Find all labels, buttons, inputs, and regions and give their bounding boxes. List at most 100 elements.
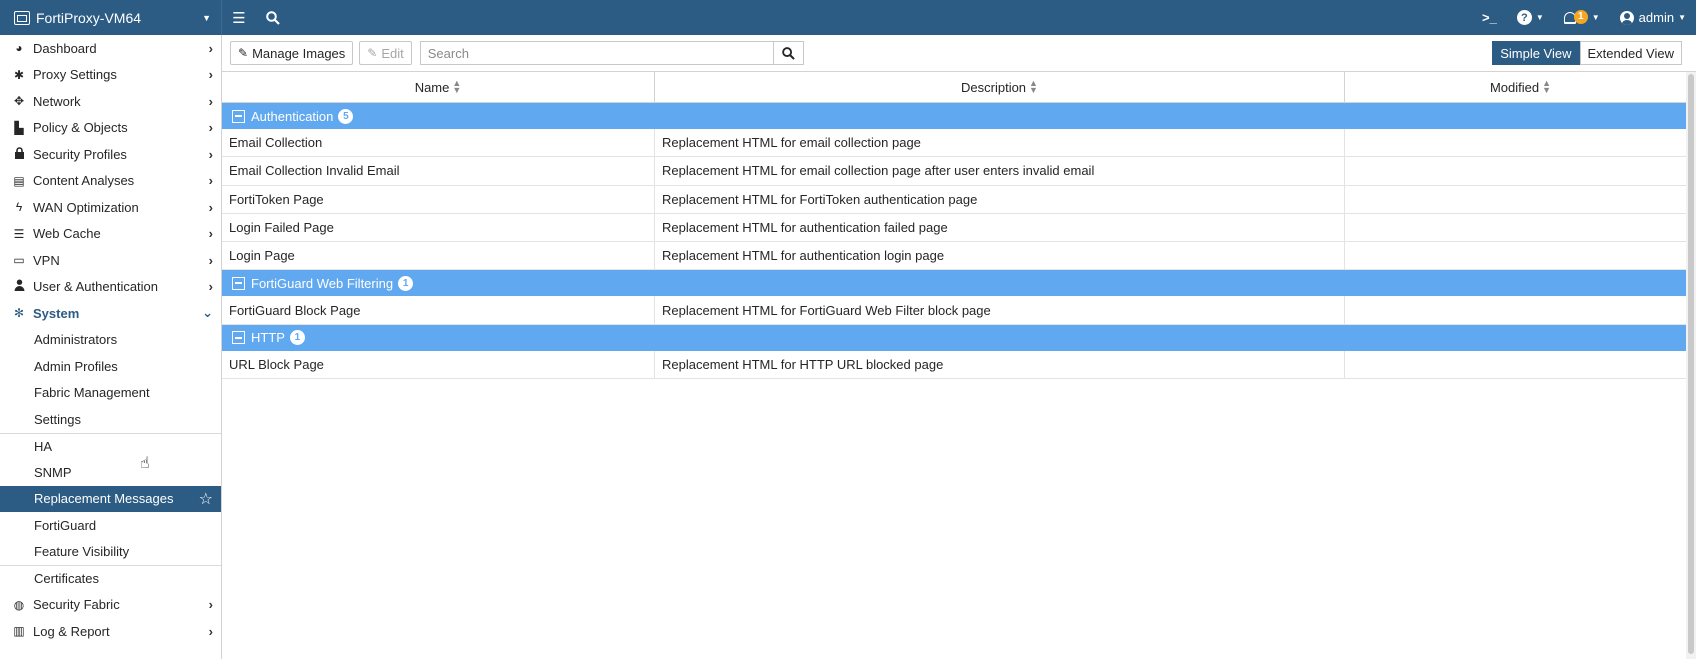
column-header-description[interactable]: Description ▲ ▼ xyxy=(655,72,1345,102)
hamburger-menu-icon[interactable]: ☰ xyxy=(222,0,256,35)
top-bar: FortiProxy-VM64 ▼ ☰ >_ ? ▼ 1 ▼ admin ▼ xyxy=(0,0,1696,35)
terminal-icon: >_ xyxy=(1481,10,1497,25)
sidebar-subitem-feature-visibility[interactable]: Feature Visibility xyxy=(0,539,221,566)
cell-modified xyxy=(1345,351,1696,378)
sidebar-subitem-label: Settings xyxy=(34,411,81,427)
cell-modified xyxy=(1345,186,1696,213)
cell-description: Replacement HTML for email collection pa… xyxy=(655,129,1345,157)
sidebar-item-log-report[interactable]: ▥ Log & Report › xyxy=(0,618,221,645)
sidebar-item-user-authentication[interactable]: User & Authentication › xyxy=(0,274,221,301)
notification-count-badge: 1 xyxy=(1573,9,1588,24)
sidebar-subitem-snmp[interactable]: SNMP xyxy=(0,459,221,486)
user-icon xyxy=(12,279,26,294)
cli-console-button[interactable]: >_ xyxy=(1472,0,1507,35)
toolbar: ✎ Manage Images ✎ Edit Simple View Exten… xyxy=(222,35,1696,72)
chevron-right-icon: › xyxy=(208,120,213,136)
group-count-badge: 1 xyxy=(289,330,305,346)
sidebar-subitem-fabric-management[interactable]: Fabric Management xyxy=(0,380,221,407)
chevron-right-icon: › xyxy=(208,146,213,162)
sidebar-subitem-certificates[interactable]: Certificates xyxy=(0,565,221,592)
chevron-right-icon: › xyxy=(208,623,213,639)
group-row-fortiguard-web-filtering[interactable]: FortiGuard Web Filtering 1 xyxy=(222,270,1696,297)
table-row[interactable]: FortiToken Page Replacement HTML for For… xyxy=(222,185,1696,214)
sidebar-subitem-label: Feature Visibility xyxy=(34,544,130,560)
main-content: ✎ Manage Images ✎ Edit Simple View Exten… xyxy=(222,35,1696,659)
sidebar-item-label: WAN Optimization xyxy=(33,199,139,215)
network-arrows-icon: ✥ xyxy=(13,94,25,109)
sidebar-item-system[interactable]: ✻ System ⌄ xyxy=(0,300,221,327)
sidebar-subitem-ha[interactable]: HA xyxy=(0,432,221,460)
proxy-gear-icon: ✱ xyxy=(13,67,25,82)
column-header-modified[interactable]: Modified ▲ ▼ xyxy=(1345,72,1696,102)
sidebar-item-content-analyses[interactable]: ▤ Content Analyses › xyxy=(0,168,221,195)
cell-modified xyxy=(1345,129,1696,156)
scrollbar-thumb[interactable] xyxy=(1688,74,1694,654)
device-selector[interactable]: FortiProxy-VM64 ▼ xyxy=(0,0,222,35)
vertical-scrollbar[interactable] xyxy=(1686,72,1696,659)
sidebar-subitem-label: HA xyxy=(34,438,53,454)
sidebar-item-wan-optimization[interactable]: ϟ WAN Optimization › xyxy=(0,194,221,221)
sidebar-item-policy-objects[interactable]: ▙ Policy & Objects › xyxy=(0,115,221,142)
table-row[interactable]: FortiGuard Block Page Replacement HTML f… xyxy=(222,296,1696,325)
table-row[interactable]: Login Page Replacement HTML for authenti… xyxy=(222,242,1696,271)
sidebar-subitem-settings[interactable]: Settings xyxy=(0,406,221,433)
table-row[interactable]: Login Failed Page Replacement HTML for a… xyxy=(222,213,1696,243)
sidebar-subitem-label: FortiGuard xyxy=(34,517,97,533)
sidebar-subitem-replacement-messages[interactable]: Replacement Messages ☆ xyxy=(0,485,221,512)
table-row[interactable]: Email Collection Replacement HTML for em… xyxy=(222,129,1696,158)
chevron-down-icon: ▼ xyxy=(1591,13,1600,22)
collapse-icon[interactable] xyxy=(232,276,245,290)
sidebar-subitem-admin-profiles[interactable]: Admin Profiles xyxy=(0,353,221,380)
group-count-badge: 1 xyxy=(398,275,414,291)
user-menu[interactable]: admin ▼ xyxy=(1610,0,1696,35)
search-icon[interactable] xyxy=(256,0,290,35)
collapse-icon[interactable] xyxy=(232,109,245,123)
cell-name: Email Collection Invalid Email xyxy=(222,157,655,185)
username: admin xyxy=(1638,10,1675,25)
column-header-label: Name xyxy=(414,79,450,95)
database-icon: ☰ xyxy=(13,226,25,241)
sidebar-item-label: Web Cache xyxy=(33,226,101,242)
group-row-authentication[interactable]: Authentication 5 xyxy=(222,103,1696,129)
sidebar-subitem-label: Admin Profiles xyxy=(34,358,118,374)
help-menu[interactable]: ? ▼ xyxy=(1507,0,1554,35)
table-row[interactable]: URL Block Page Replacement HTML for HTTP… xyxy=(222,350,1696,380)
chevron-right-icon: › xyxy=(208,226,213,242)
group-row-http[interactable]: HTTP 1 xyxy=(222,324,1696,351)
search-input[interactable] xyxy=(420,42,773,64)
cell-name: URL Block Page xyxy=(222,350,655,379)
manage-images-button[interactable]: ✎ Manage Images xyxy=(230,41,354,65)
replacement-messages-table: Name ▲ ▼ Description ▲ ▼ Modified ▲ ▼ Authe… xyxy=(222,72,1696,380)
notifications-menu[interactable]: 1 ▼ xyxy=(1554,0,1610,35)
sidebar-subitem-administrators[interactable]: Administrators xyxy=(0,327,221,354)
chevron-right-icon: › xyxy=(208,173,213,189)
cell-description: Replacement HTML for email collection pa… xyxy=(655,157,1345,185)
cell-name: Email Collection xyxy=(222,129,655,157)
sidebar-item-security-fabric[interactable]: ◍ Security Fabric › xyxy=(0,592,221,619)
sidebar-item-vpn[interactable]: ▭ VPN › xyxy=(0,247,221,274)
chevron-right-icon: › xyxy=(208,67,213,83)
dashboard-icon: ◕ xyxy=(15,41,23,56)
table-row[interactable]: Email Collection Invalid Email Replaceme… xyxy=(222,157,1696,186)
column-header-name[interactable]: Name ▲ ▼ xyxy=(222,72,655,102)
sidebar-item-proxy-settings[interactable]: ✱ Proxy Settings › xyxy=(0,62,221,89)
star-favorite-icon[interactable]: ☆ xyxy=(199,489,213,509)
sort-icon: ▲ ▼ xyxy=(1542,78,1552,95)
sidebar-item-security-profiles[interactable]: Security Profiles › xyxy=(0,141,221,168)
simple-view-button[interactable]: Simple View xyxy=(1492,41,1580,65)
sidebar-item-label: VPN xyxy=(33,252,60,268)
sidebar-item-dashboard[interactable]: ◕ Dashboard › xyxy=(0,35,221,62)
sort-icon: ▲ ▼ xyxy=(452,78,462,95)
extended-view-button[interactable]: Extended View xyxy=(1579,41,1682,65)
collapse-icon[interactable] xyxy=(232,331,245,345)
sidebar-item-web-cache[interactable]: ☰ Web Cache › xyxy=(0,221,221,248)
edit-button[interactable]: ✎ Edit xyxy=(359,41,412,65)
sidebar-subitem-fortiguard[interactable]: FortiGuard xyxy=(0,512,221,539)
sidebar-subitem-label: Administrators xyxy=(34,332,118,348)
table-header: Name ▲ ▼ Description ▲ ▼ Modified ▲ ▼ xyxy=(222,72,1696,103)
sidebar-item-network[interactable]: ✥ Network › xyxy=(0,88,221,115)
search-button[interactable] xyxy=(772,42,803,64)
sidebar-item-label: Security Profiles xyxy=(33,146,127,162)
policy-icon: ▙ xyxy=(14,120,24,135)
column-header-label: Description xyxy=(961,79,1027,95)
